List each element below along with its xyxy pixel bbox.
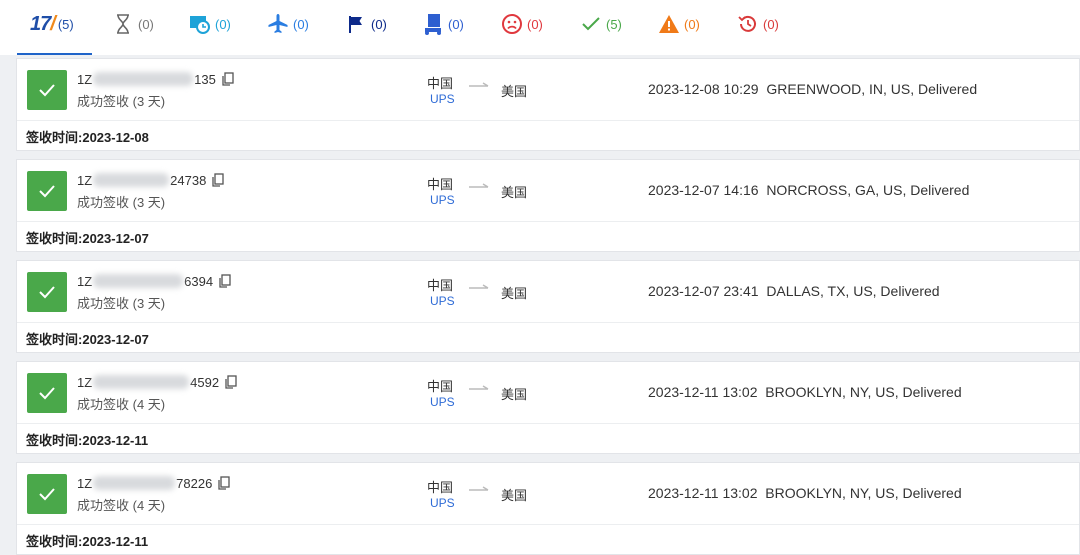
tab-out-for-delivery[interactable]: (0): [421, 12, 464, 36]
signed-time: 签收时间:2023-12-07: [26, 332, 149, 347]
tab-count: (0): [371, 16, 387, 32]
copy-icon[interactable]: [225, 375, 237, 389]
tab-count: (0): [527, 16, 543, 32]
tab-count: (0): [763, 16, 779, 32]
delivery-status: 成功签收 (4 天): [77, 498, 166, 513]
shipment-card[interactable]: 1Z 135 成功签收 (3 天) 中国 UPS 美国 2023-12-08 10…: [16, 58, 1080, 151]
tab-all[interactable]: 17/ (5): [30, 12, 74, 36]
destination-country: 美国: [501, 185, 528, 200]
origin-country: 中国: [427, 278, 454, 293]
origin-country: 中国: [427, 177, 454, 192]
airplane-icon: [266, 12, 290, 36]
delivered-check-icon: [27, 171, 67, 211]
tab-count: (5): [606, 16, 622, 32]
tracking-number[interactable]: 1Z 78226: [77, 475, 230, 491]
tab-pick-up[interactable]: (0): [344, 12, 387, 36]
carrier-link[interactable]: UPS: [430, 92, 455, 106]
delivered-check-icon: [27, 272, 67, 312]
origin-country: 中国: [427, 379, 454, 394]
tracking-number[interactable]: 1Z 135: [77, 71, 234, 87]
delivery-status: 成功签收 (3 天): [77, 296, 166, 311]
shipment-card[interactable]: 1Z 24738 成功签收 (3 天) 中国 UPS 美国 2023-12-07 …: [16, 159, 1080, 252]
delivery-status: 成功签收 (3 天): [77, 94, 166, 109]
delivery-status: 成功签收 (3 天): [77, 195, 166, 210]
origin-country: 中国: [427, 76, 454, 91]
destination-country: 美国: [501, 387, 528, 402]
tab-count: (0): [448, 16, 464, 32]
hourglass-icon: [111, 12, 135, 36]
tab-in-transit-timer[interactable]: (0): [188, 12, 231, 36]
redacted-area: [93, 72, 194, 86]
sad-face-icon: [500, 12, 524, 36]
latest-event: 2023-12-07 14:16 NORCROSS, GA, US, Deliv…: [648, 182, 970, 198]
card-divider: [17, 221, 1079, 222]
carrier-link[interactable]: UPS: [430, 395, 455, 409]
latest-event: 2023-12-11 13:02 BROOKLYN, NY, US, Deliv…: [648, 485, 962, 501]
history-icon: [736, 12, 760, 36]
tab-delivered[interactable]: (5): [579, 12, 622, 36]
carrier-link[interactable]: UPS: [430, 193, 455, 207]
copy-icon[interactable]: [218, 476, 230, 490]
shipment-card[interactable]: 1Z 6394 成功签收 (3 天) 中国 UPS 美国 2023-12-07 2…: [16, 260, 1080, 353]
redacted-area: [93, 173, 170, 187]
tab-count: (0): [215, 16, 231, 32]
warning-icon: [657, 12, 681, 36]
destination-country: 美国: [501, 84, 528, 99]
route-arrow-icon: [469, 183, 489, 188]
signed-time: 签收时间:2023-12-08: [26, 130, 149, 145]
signed-time: 签收时间:2023-12-07: [26, 231, 149, 246]
carrier-link[interactable]: UPS: [430, 496, 455, 510]
status-filter-tabs: 17/ (5) (0) (0) (0) (0) (0) (0) (5) (0) …: [0, 0, 1080, 55]
origin-country: 中国: [427, 480, 454, 495]
tab-count: (5): [57, 16, 74, 32]
tab-count: (0): [293, 16, 309, 32]
copy-icon[interactable]: [212, 173, 224, 187]
delivered-check-icon: [27, 70, 67, 110]
tab-undelivered[interactable]: (0): [500, 12, 543, 36]
card-divider: [17, 322, 1079, 323]
tab-count: (0): [684, 16, 700, 32]
route-arrow-icon: [469, 284, 489, 289]
17track-logo-icon: 17/: [30, 12, 56, 35]
latest-event: 2023-12-11 13:02 BROOKLYN, NY, US, Deliv…: [648, 384, 962, 400]
copy-icon[interactable]: [219, 274, 231, 288]
tracking-number[interactable]: 1Z 4592: [77, 374, 237, 390]
delivery-status: 成功签收 (4 天): [77, 397, 166, 412]
card-divider: [17, 120, 1079, 121]
tab-alert[interactable]: (0): [657, 12, 700, 36]
tab-count: (0): [138, 16, 154, 32]
tracking-number[interactable]: 1Z 24738: [77, 172, 224, 188]
carrier-link[interactable]: UPS: [430, 294, 455, 308]
tab-not-found[interactable]: (0): [111, 12, 154, 36]
card-divider: [17, 423, 1079, 424]
latest-event: 2023-12-07 23:41 DALLAS, TX, US, Deliver…: [648, 283, 940, 299]
truck-clock-icon: [188, 12, 212, 36]
destination-country: 美国: [501, 286, 528, 301]
signed-time: 签收时间:2023-12-11: [26, 433, 149, 448]
active-tab-indicator: [17, 53, 92, 55]
redacted-area: [93, 476, 176, 490]
courier-icon: [421, 12, 445, 36]
route-arrow-icon: [469, 82, 489, 87]
flag-icon: [344, 12, 368, 36]
destination-country: 美国: [501, 488, 528, 503]
check-icon: [579, 12, 603, 36]
signed-time: 签收时间:2023-12-11: [26, 534, 149, 549]
route-arrow-icon: [469, 486, 489, 491]
tab-in-transit[interactable]: (0): [266, 12, 309, 36]
route-arrow-icon: [469, 385, 489, 390]
tab-expired[interactable]: (0): [736, 12, 779, 36]
copy-icon[interactable]: [222, 72, 234, 86]
delivered-check-icon: [27, 474, 67, 514]
delivered-check-icon: [27, 373, 67, 413]
redacted-area: [93, 375, 190, 389]
card-divider: [17, 524, 1079, 525]
shipment-card[interactable]: 1Z 78226 成功签收 (4 天) 中国 UPS 美国 2023-12-11 …: [16, 462, 1080, 555]
redacted-area: [93, 274, 184, 288]
tracking-number[interactable]: 1Z 6394: [77, 273, 231, 289]
shipment-card[interactable]: 1Z 4592 成功签收 (4 天) 中国 UPS 美国 2023-12-11 1…: [16, 361, 1080, 454]
latest-event: 2023-12-08 10:29 GREENWOOD, IN, US, Deli…: [648, 81, 978, 97]
